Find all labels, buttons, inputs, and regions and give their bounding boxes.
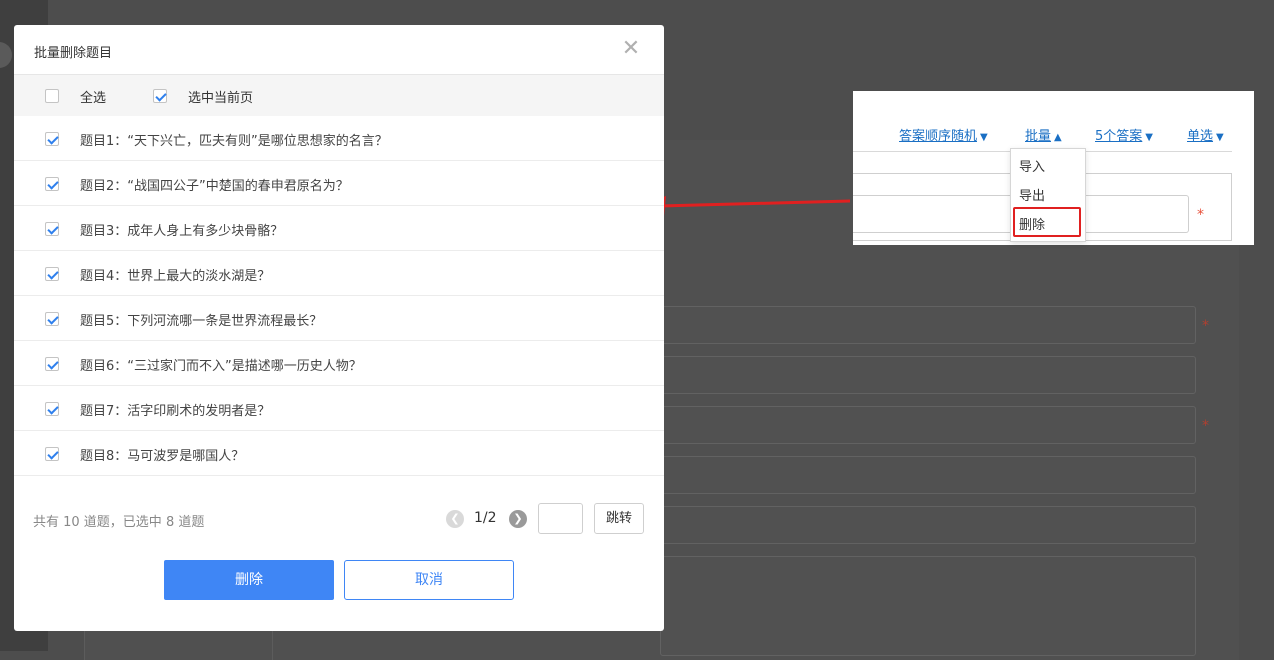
highlight-box xyxy=(1013,207,1081,237)
question-checkbox[interactable] xyxy=(45,222,59,236)
select-all-label: 全选 xyxy=(80,91,107,106)
jump-button[interactable]: 跳转 xyxy=(594,503,644,534)
question-text: 题目1：“天下兴亡，匹夫有则”是哪位思想家的名言？ xyxy=(80,134,388,149)
answer-order-link[interactable]: 答案顺序随机 ▼ xyxy=(899,125,988,144)
question-checkbox[interactable] xyxy=(45,402,59,416)
question-row[interactable]: 题目8：马可波罗是哪国人？ xyxy=(14,431,664,476)
batch-link[interactable]: 批量 ▲ xyxy=(1025,125,1062,144)
pointer-arrow-icon xyxy=(640,196,851,216)
question-checkbox[interactable] xyxy=(45,132,59,146)
question-text: 题目4：世界上最大的淡水湖是？ xyxy=(80,269,271,284)
background-answer-field xyxy=(660,406,1196,444)
question-checkbox[interactable] xyxy=(45,447,59,461)
next-page-icon[interactable]: ❯ xyxy=(509,510,527,528)
question-text: 题目3：成年人身上有多少块骨骼？ xyxy=(80,224,284,239)
background-answer-field xyxy=(660,556,1196,656)
question-text: 题目7：活字印刷术的发明者是？ xyxy=(80,404,271,419)
page-jump-input[interactable] xyxy=(538,503,583,534)
modal-header: 批量删除题目 ✕ xyxy=(14,25,664,75)
question-row[interactable]: 题目4：世界上最大的淡水湖是？ xyxy=(14,251,664,296)
question-row[interactable]: 题目3：成年人身上有多少块骨骼？ xyxy=(14,206,664,251)
caret-down-icon: ▼ xyxy=(1145,132,1153,143)
background-answer-field xyxy=(660,306,1196,344)
close-icon[interactable]: ✕ xyxy=(620,38,642,60)
caret-down-icon: ▼ xyxy=(980,132,988,143)
question-checkbox[interactable] xyxy=(45,357,59,371)
background-answer-field xyxy=(660,506,1196,544)
background-answer-field xyxy=(660,356,1196,394)
select-page-label: 选中当前页 xyxy=(188,91,254,106)
question-text: 题目6：“三过家门而不入”是描述哪一历史人物？ xyxy=(80,359,362,374)
background-answer-field xyxy=(660,456,1196,494)
toolbar-callout: 答案顺序随机 ▼ 批量 ▲ 5个答案 ▼ 单选 ▼ * 导入 导出 删除 xyxy=(853,91,1254,245)
select-all-checkbox[interactable] xyxy=(45,89,59,103)
question-row[interactable]: 题目2：“战国四公子”中楚国的春申君原名为？ xyxy=(14,161,664,206)
background-required-mark: * xyxy=(1202,418,1209,434)
delete-button[interactable]: 删除 xyxy=(164,560,334,600)
question-type-link[interactable]: 单选 ▼ xyxy=(1187,125,1224,144)
modal-title: 批量删除题目 xyxy=(34,46,113,61)
required-mark: * xyxy=(1197,207,1204,223)
question-row[interactable]: 题目1：“天下兴亡，匹夫有则”是哪位思想家的名言？ xyxy=(14,116,664,161)
question-checkbox[interactable] xyxy=(45,177,59,191)
question-text: 题目5：下列河流哪一条是世界流程最长？ xyxy=(80,314,323,329)
cancel-button[interactable]: 取消 xyxy=(344,560,514,600)
menu-item-export[interactable]: 导出 xyxy=(1019,185,1045,204)
batch-delete-modal: 批量删除题目 ✕ 全选 选中当前页 题目1：“天下兴亡，匹夫有则”是哪位思想家的… xyxy=(14,25,664,631)
menu-item-import[interactable]: 导入 xyxy=(1019,156,1045,175)
question-row[interactable]: 题目5：下列河流哪一条是世界流程最长？ xyxy=(14,296,664,341)
select-page-checkbox[interactable] xyxy=(153,89,167,103)
prev-page-icon[interactable]: ❮ xyxy=(446,510,464,528)
answer-count-link[interactable]: 5个答案 ▼ xyxy=(1095,125,1153,144)
selection-summary: 共有 10 道题，已选中 8 道题 xyxy=(33,515,205,530)
question-toolbar: 答案顺序随机 ▼ 批量 ▲ 5个答案 ▼ 单选 ▼ xyxy=(853,125,1254,145)
question-text: 题目2：“战国四公子”中楚国的春申君原名为？ xyxy=(80,179,349,194)
question-row[interactable]: 题目6：“三过家门而不入”是描述哪一历史人物？ xyxy=(14,341,664,386)
background-required-mark: * xyxy=(1202,318,1209,334)
caret-down-icon: ▼ xyxy=(1216,132,1224,143)
question-text: 题目8：马可波罗是哪国人？ xyxy=(80,449,245,464)
question-checkbox[interactable] xyxy=(45,267,59,281)
question-row[interactable]: 题目7：活字印刷术的发明者是？ xyxy=(14,386,664,431)
question-checkbox[interactable] xyxy=(45,312,59,326)
selection-bar: 全选 选中当前页 xyxy=(14,75,664,116)
batch-dropdown-menu: 导入 导出 删除 xyxy=(1010,148,1086,242)
page-indicator: 1/2 xyxy=(474,510,497,526)
caret-up-icon: ▲ xyxy=(1054,132,1062,143)
